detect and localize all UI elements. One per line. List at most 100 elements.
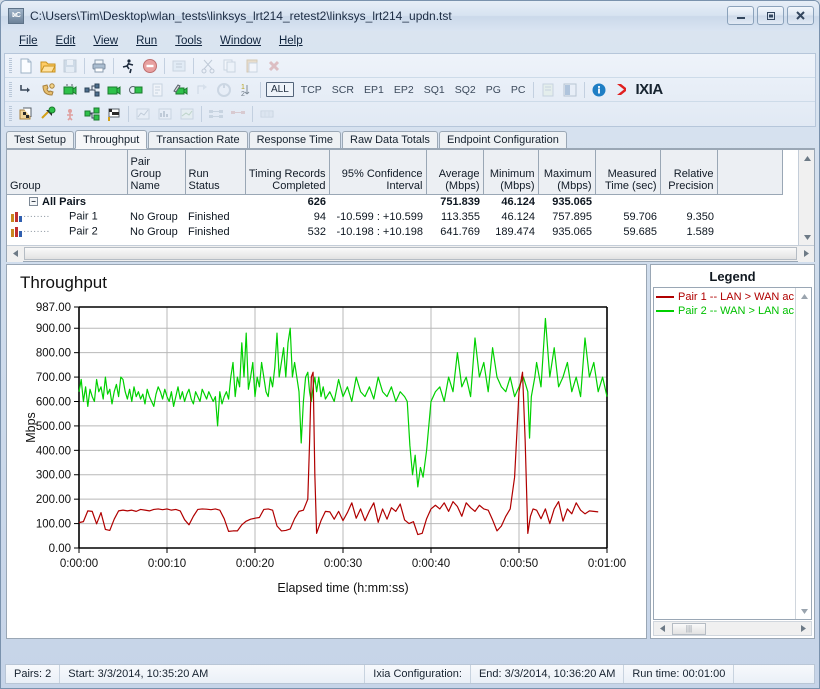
menu-help[interactable]: Help: [270, 33, 312, 49]
status-end-time: End: 3/3/2014, 10:36:20 AM: [471, 665, 625, 683]
column-header-maximum[interactable]: Maximum (Mbps): [538, 150, 596, 195]
tab-test-setup[interactable]: Test Setup: [6, 131, 74, 148]
column-header-confidence-interval[interactable]: 95% Confidence Interval: [329, 150, 427, 195]
column-header-blank[interactable]: [717, 150, 783, 195]
column-header-average[interactable]: Average (Mbps): [426, 150, 484, 195]
column-header-relative-precision[interactable]: Relative Precision: [660, 150, 718, 195]
close-button[interactable]: [787, 6, 814, 25]
tab-endpoint-configuration[interactable]: Endpoint Configuration: [438, 131, 567, 148]
filter-scr-button[interactable]: SCR: [327, 84, 359, 96]
legend-item[interactable]: Pair 2 -- WAN > LAN ac: [656, 304, 795, 318]
add-video-pair-icon[interactable]: [59, 79, 81, 100]
grid-vertical-scrollbar[interactable]: [798, 150, 814, 245]
legend-horizontal-scrollbar[interactable]: |||: [653, 621, 812, 636]
add-video-multicast-icon[interactable]: [103, 79, 125, 100]
scroll-right-icon[interactable]: [798, 245, 814, 262]
cell-maximum: 757.895: [552, 210, 592, 223]
ixia-x-mark: [617, 84, 627, 95]
filter-sq2-button[interactable]: SQ2: [450, 84, 481, 96]
menu-view[interactable]: View: [84, 33, 127, 49]
maximize-button[interactable]: [757, 6, 784, 25]
scroll-up-icon[interactable]: [799, 150, 814, 166]
legend-list: Pair 1 -- LAN > WAN ac Pair 2 -- WAN > L…: [654, 288, 795, 619]
svg-text:Elapsed time (h:mm:ss): Elapsed time (h:mm:ss): [277, 581, 408, 595]
menu-window[interactable]: Window: [211, 33, 270, 49]
throughput-plot: 0.00 100.00 200.00 300.00 400.00 500.00 600.00…: [24, 302, 626, 595]
legend-vertical-scrollbar[interactable]: [795, 288, 811, 619]
filter-all-button[interactable]: ALL: [266, 82, 294, 97]
run-batch-icon[interactable]: [81, 104, 103, 125]
open-folder-icon[interactable]: [37, 55, 59, 76]
scroll-thumb[interactable]: [24, 247, 797, 260]
filter-ep1-button[interactable]: EP1: [359, 84, 389, 96]
cell-confidence-interval: -10.599 : +10.599: [336, 210, 423, 223]
svg-text:0:00:00: 0:00:00: [60, 558, 98, 570]
reorder-pairs-icon[interactable]: 12: [235, 79, 257, 100]
scroll-thumb[interactable]: |||: [672, 622, 706, 635]
refresh-icon: [168, 55, 190, 76]
toolbar-grip[interactable]: [9, 57, 12, 74]
filter-pg-button[interactable]: PG: [481, 84, 506, 96]
add-multicast-group-icon[interactable]: [81, 79, 103, 100]
finish-icon[interactable]: [103, 104, 125, 125]
scroll-up-icon[interactable]: [796, 288, 811, 304]
menu-tools[interactable]: Tools: [166, 33, 211, 49]
column-header-run-status[interactable]: Run Status: [185, 150, 246, 195]
menu-run[interactable]: Run: [127, 33, 166, 49]
collapse-expander-icon[interactable]: −: [29, 197, 38, 207]
cell-relative-precision: 9.350: [686, 210, 714, 223]
table-row[interactable]: ········ Pair 1 No Group Finished 94 -10.…: [7, 209, 782, 224]
toolbar-grip[interactable]: [9, 81, 12, 98]
filter-pc-button[interactable]: PC: [506, 84, 531, 96]
run-icon[interactable]: [117, 55, 139, 76]
run-test-icon[interactable]: [15, 104, 37, 125]
grid-horizontal-scrollbar[interactable]: [7, 245, 814, 262]
tab-response-time[interactable]: Response Time: [248, 131, 342, 148]
toolbar-row-file: [5, 54, 815, 78]
column-header-pair-group-name[interactable]: Pair Group Name: [127, 150, 186, 195]
minimize-button[interactable]: [727, 6, 754, 25]
cell-minimum: 46.124: [501, 195, 535, 208]
svg-text:0:00:40: 0:00:40: [412, 558, 450, 570]
status-start-time: Start: 3/3/2014, 10:35:20 AM: [60, 665, 366, 683]
legend-item[interactable]: Pair 1 -- LAN > WAN ac: [656, 290, 795, 304]
info-icon[interactable]: [588, 79, 610, 100]
new-icon[interactable]: [15, 55, 37, 76]
tab-raw-data-totals[interactable]: Raw Data Totals: [342, 131, 438, 148]
add-pair-icon[interactable]: [15, 79, 37, 100]
add-hardware-pair-icon[interactable]: [125, 79, 147, 100]
run-now-icon[interactable]: [37, 104, 59, 125]
throughput-chart-panel[interactable]: Throughput 0.00 100.00 200.00 300.00 400.00 5…: [6, 264, 647, 639]
column-header-timing-records[interactable]: Timing Records Completed: [245, 150, 330, 195]
cell-relative-precision: 1.589: [686, 225, 714, 238]
table-row[interactable]: ········ Pair 2 No Group Finished 532 -10…: [7, 224, 782, 239]
run-again-icon[interactable]: [59, 104, 81, 125]
tab-transaction-rate[interactable]: Transaction Rate: [148, 131, 248, 148]
scroll-down-icon[interactable]: [796, 603, 811, 619]
scroll-left-icon[interactable]: [654, 621, 670, 637]
menu-window-label: Window: [220, 35, 261, 47]
table-row[interactable]: − All Pairs 626 751.839 46.124 935.065: [7, 194, 782, 209]
column-header-minimum[interactable]: Minimum (Mbps): [483, 150, 539, 195]
toolbar-grip[interactable]: [9, 106, 12, 122]
print-icon[interactable]: [88, 55, 110, 76]
paste-icon: [241, 55, 263, 76]
transaction-chart-icon: [154, 104, 176, 125]
svg-text:400.00: 400.00: [36, 445, 71, 457]
tab-bar: Test Setup Throughput Transaction Rate R…: [6, 130, 815, 149]
stop-icon[interactable]: [139, 55, 161, 76]
scroll-left-icon[interactable]: [7, 245, 23, 262]
scroll-down-icon[interactable]: [799, 229, 814, 245]
tab-throughput[interactable]: Throughput: [74, 130, 148, 149]
filter-sq1-button[interactable]: SQ1: [419, 84, 450, 96]
add-voip-pair-icon[interactable]: [37, 79, 59, 100]
column-header-group[interactable]: Group: [7, 150, 128, 195]
scroll-right-icon[interactable]: [795, 621, 811, 637]
filter-ep2-button[interactable]: EP2: [389, 84, 419, 96]
menu-edit[interactable]: Edit: [47, 33, 85, 49]
edit-video-pair-icon[interactable]: [169, 79, 191, 100]
filter-tcp-button[interactable]: TCP: [296, 84, 327, 96]
menu-file[interactable]: File: [10, 33, 47, 49]
column-header-measured-time[interactable]: Measured Time (sec): [595, 150, 661, 195]
endpoint-detail-icon: [227, 104, 249, 125]
